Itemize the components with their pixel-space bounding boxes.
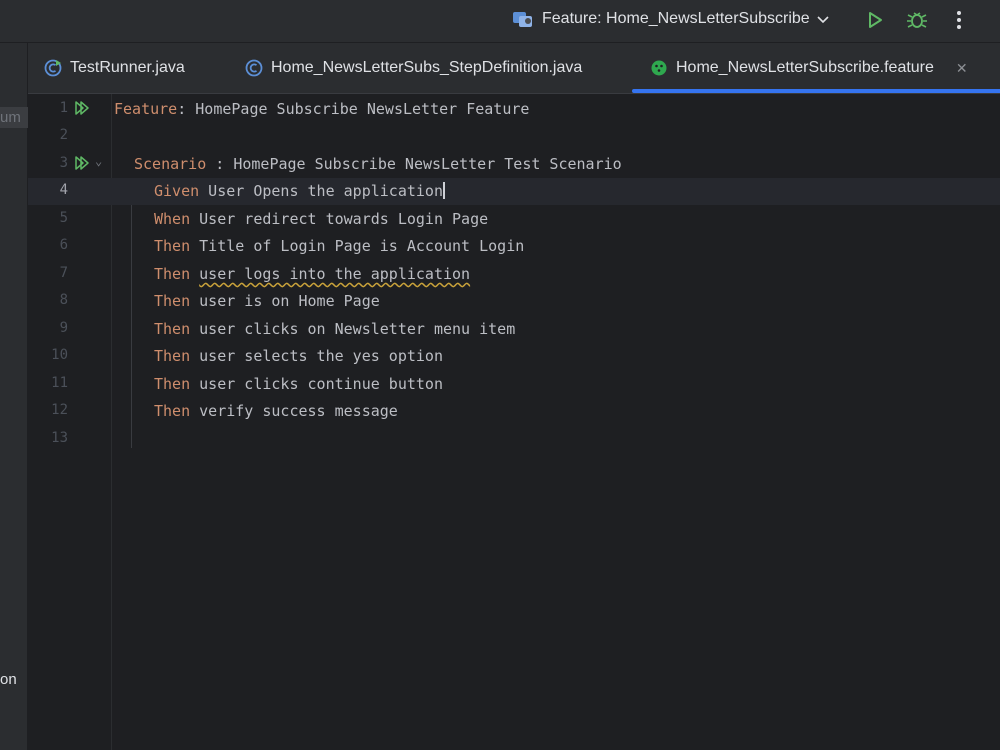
code-line[interactable]: 8 Then user is on Home Page: [28, 288, 1000, 315]
code-line[interactable]: 6 Then Title of Login Page is Account Lo…: [28, 233, 1000, 260]
code-text: user clicks continue button: [190, 375, 443, 393]
run-scenario-icon[interactable]: [73, 154, 91, 172]
cucumber-config-icon: [513, 12, 532, 27]
line-number: 11: [51, 375, 68, 391]
keyword: Then: [154, 402, 191, 420]
main-toolbar: Feature: Home_NewsLetterSubscribe: [0, 0, 1000, 43]
java-class-run-icon: [44, 59, 62, 77]
run-button[interactable]: [862, 7, 888, 33]
code-line[interactable]: 2: [28, 123, 1000, 150]
undefined-step-text: user logs into the application: [199, 265, 471, 283]
code-text: : HomePage Subscribe NewsLetter Feature: [177, 100, 530, 118]
code-text: verify success message: [190, 402, 398, 420]
java-class-icon: [245, 59, 263, 77]
code-text: Title of Login Page is Account Login: [190, 237, 525, 255]
line-number: 3: [59, 155, 68, 171]
line-number: 4: [59, 182, 68, 198]
debug-icon: [907, 12, 927, 28]
keyword: Then: [154, 237, 191, 255]
line-number: 13: [51, 430, 68, 446]
text-caret: [443, 182, 445, 199]
code-line[interactable]: 11 Then user clicks continue button: [28, 371, 1000, 398]
code-text: user clicks on Newsletter menu item: [190, 320, 516, 338]
chevron-down-icon: [817, 16, 829, 24]
keyword: Then: [154, 375, 191, 393]
code-line[interactable]: 13: [28, 426, 1000, 453]
code-line[interactable]: 12 Then verify success message: [28, 398, 1000, 425]
left-tool-strip: um on: [0, 43, 31, 750]
code-text: User Opens the application: [199, 182, 443, 200]
code-line[interactable]: 10 Then user selects the yes option: [28, 343, 1000, 370]
code-text: user selects the yes option: [190, 347, 443, 365]
tab-label: Home_NewsLetterSubs_StepDefinition.java: [271, 59, 583, 76]
line-number: 1: [59, 100, 68, 116]
editor-tab-bar: TestRunner.java Home_NewsLetterSubs_Step…: [28, 43, 1000, 94]
tab-label: Home_NewsLetterSubscribe.feature: [676, 59, 934, 76]
more-actions-button[interactable]: [946, 7, 972, 33]
debug-button[interactable]: [904, 7, 930, 33]
run-configuration-label: Feature: Home_NewsLetterSubscribe: [542, 10, 810, 27]
tab-stepdefinition-java[interactable]: Home_NewsLetterSubs_StepDefinition.java: [245, 43, 582, 93]
keyword: Feature: [114, 100, 178, 118]
line-number: 10: [51, 347, 68, 363]
line-number: 2: [59, 127, 68, 143]
code-line-current[interactable]: 4 Given User Opens the application: [28, 178, 1000, 205]
code-text: : HomePage Subscribe NewsLetter Test Sce…: [206, 155, 622, 173]
code-line[interactable]: 7 Then user logs into the application: [28, 261, 1000, 288]
line-number: 9: [59, 320, 68, 336]
run-configuration-selector[interactable]: Feature: Home_NewsLetterSubscribe: [512, 8, 830, 30]
code-editor[interactable]: 1 Feature: HomePage Subscribe NewsLetter…: [28, 94, 1000, 750]
fold-chevron-icon[interactable]: ⌄: [95, 154, 102, 168]
keyword: Then: [154, 265, 191, 283]
code-line[interactable]: 9 Then user clicks on Newsletter menu it…: [28, 316, 1000, 343]
cucumber-icon: [651, 60, 667, 76]
run-icon: [869, 12, 882, 28]
run-feature-icon[interactable]: [73, 99, 91, 117]
close-tab-icon[interactable]: ✕: [956, 60, 968, 77]
tab-testrunner-java[interactable]: TestRunner.java: [44, 43, 185, 93]
keyword: When: [154, 210, 191, 228]
code-line[interactable]: 3 ⌄ Scenario : HomePage Subscribe NewsLe…: [28, 151, 1000, 178]
active-tab-indicator: [632, 89, 1000, 93]
tab-home-newslettersubscribe-feature[interactable]: Home_NewsLetterSubscribe.feature ✕: [632, 43, 1000, 93]
code-line[interactable]: 1 Feature: HomePage Subscribe NewsLetter…: [28, 96, 1000, 123]
keyword: Scenario: [134, 155, 207, 173]
code-text: user is on Home Page: [190, 292, 380, 310]
tool-window-label-bottom[interactable]: on: [0, 671, 17, 688]
keyword: Then: [154, 292, 191, 310]
line-number: 7: [59, 265, 68, 281]
keyword: Then: [154, 347, 191, 365]
line-number: 6: [59, 237, 68, 253]
code-line[interactable]: 5 When User redirect towards Login Page: [28, 206, 1000, 233]
more-icon: [957, 11, 961, 29]
keyword: Then: [154, 320, 191, 338]
tab-label: TestRunner.java: [70, 59, 185, 76]
line-number: 8: [59, 292, 68, 308]
tool-window-label-top[interactable]: um: [0, 107, 31, 128]
line-number: 12: [51, 402, 68, 418]
keyword: Given: [154, 182, 200, 200]
line-number: 5: [59, 210, 68, 226]
code-text: User redirect towards Login Page: [190, 210, 489, 228]
